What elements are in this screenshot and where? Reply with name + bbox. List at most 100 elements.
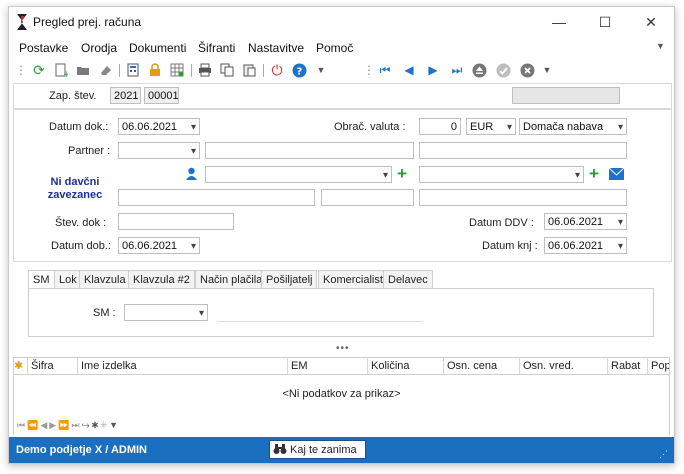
- toolbar-grip-icon: ⋮: [15, 63, 27, 77]
- nabava-type-select[interactable]: Domača nabava: [519, 118, 627, 135]
- menu-overflow-icon[interactable]: ▼: [656, 41, 665, 51]
- toolbar-separator: [119, 64, 120, 77]
- eraser-icon[interactable]: [97, 62, 113, 78]
- help-icon[interactable]: ?: [291, 62, 307, 78]
- navigator-prev-page-icon[interactable]: ⏪: [27, 420, 40, 430]
- datum-dob-label: Datum dob.:: [51, 240, 111, 252]
- toolbar-dropdown-icon[interactable]: ▼: [313, 62, 329, 78]
- printer-icon[interactable]: [197, 62, 213, 78]
- title-bar: Pregled prej. računa — ☐ ✕: [9, 7, 674, 37]
- grid-settings-icon[interactable]: ✱: [13, 358, 27, 374]
- tab-lok[interactable]: Lok: [54, 270, 82, 288]
- address-line-field[interactable]: [118, 189, 315, 206]
- tab-klavzula-2[interactable]: Klavzula #2: [128, 270, 195, 288]
- menu-nastavitve[interactable]: Nastavitve: [248, 41, 304, 55]
- first-record-icon[interactable]: ⏮: [377, 62, 393, 78]
- valuta-amount-field[interactable]: 0: [419, 118, 461, 135]
- new-document-icon[interactable]: +: [53, 62, 69, 78]
- eject-icon[interactable]: [471, 62, 487, 78]
- grid-icon[interactable]: [169, 62, 185, 78]
- column-osn-cena[interactable]: Osn. cena: [443, 358, 519, 374]
- toolbar-grip-icon: ⋮: [363, 63, 375, 77]
- maximize-button[interactable]: ☐: [582, 7, 628, 37]
- partner-code-select[interactable]: [118, 142, 200, 159]
- cancel-icon[interactable]: [519, 62, 535, 78]
- resize-grip-icon[interactable]: ⋰: [659, 449, 668, 460]
- window-title: Pregled prej. računa: [33, 15, 142, 29]
- ni-davcni-zavezanec-label: Ni davčni zavezanec: [47, 176, 103, 201]
- navigator-next-page-icon[interactable]: ⏩: [58, 420, 71, 430]
- tab-komercialist[interactable]: Komercialist: [318, 270, 388, 288]
- navigator-prev-icon[interactable]: ◀: [40, 420, 49, 430]
- add-contact-icon[interactable]: +: [397, 164, 407, 184]
- sm-select[interactable]: [124, 304, 208, 321]
- next-record-icon[interactable]: ▶: [425, 62, 441, 78]
- lock-icon[interactable]: [147, 62, 163, 78]
- column-rabat[interactable]: Rabat: [607, 358, 647, 374]
- minimize-button[interactable]: —: [536, 7, 582, 37]
- partner-name-field[interactable]: [205, 142, 414, 159]
- column-osn-vred[interactable]: Osn. vred.: [519, 358, 607, 374]
- column-sifra[interactable]: Šifra: [27, 358, 77, 374]
- navigator-last-icon[interactable]: ⏭: [71, 420, 81, 430]
- copy-icon[interactable]: [219, 62, 235, 78]
- column-ime-izdelka[interactable]: Ime izdelka: [77, 358, 287, 374]
- status-divider: [273, 437, 274, 463]
- calculator-icon[interactable]: [125, 62, 141, 78]
- close-button[interactable]: ✕: [628, 7, 674, 37]
- binoculars-icon: [273, 443, 287, 458]
- power-icon[interactable]: ⏻: [269, 62, 285, 78]
- navigator-filter-icon[interactable]: ▼: [109, 420, 120, 430]
- splitter-handle-icon[interactable]: •••: [336, 343, 350, 354]
- navigator-star-icon[interactable]: ✱: [92, 420, 101, 430]
- menu-orodja[interactable]: Orodja: [81, 41, 117, 55]
- datum-knj-picker[interactable]: 06.06.2021: [544, 237, 627, 254]
- contact-select[interactable]: [205, 166, 392, 183]
- datum-dok-label: Datum dok.:: [49, 121, 109, 133]
- grid-navigator[interactable]: ⏮⏪◀▶⏩⏭↪✱✳▼: [17, 420, 120, 431]
- column-kolicina[interactable]: Količina: [367, 358, 443, 374]
- stev-dok-field[interactable]: [118, 213, 234, 230]
- datum-ddv-picker[interactable]: 06.06.2021: [544, 213, 627, 230]
- refresh-icon[interactable]: ⟳: [31, 62, 47, 78]
- zap-label: Zap. štev.: [49, 90, 97, 102]
- sm-description-line: [217, 321, 423, 322]
- confirm-icon[interactable]: [495, 62, 511, 78]
- main-window: Pregled prej. računa — ☐ ✕ Postavke Orod…: [8, 6, 675, 464]
- tab-klavzula[interactable]: Klavzula: [79, 270, 131, 288]
- tab-sm[interactable]: SM: [28, 270, 55, 289]
- partner-label: Partner :: [68, 145, 111, 157]
- navigator-next-icon[interactable]: ▶: [49, 420, 58, 430]
- search-label: Kaj te zanima: [290, 444, 357, 456]
- partner-extra-field[interactable]: [419, 142, 627, 159]
- currency-select[interactable]: EUR: [466, 118, 516, 135]
- tab-posiljatelj[interactable]: Pošiljatelj: [261, 270, 318, 288]
- last-record-icon[interactable]: ⏭: [449, 62, 465, 78]
- paste-icon[interactable]: [241, 62, 257, 78]
- email-icon[interactable]: [608, 167, 625, 184]
- open-folder-icon[interactable]: [75, 62, 91, 78]
- add-address-icon[interactable]: +: [589, 164, 599, 184]
- navigator-first-icon[interactable]: ⏮: [17, 420, 27, 430]
- datum-dob-picker[interactable]: 06.06.2021: [118, 237, 200, 254]
- column-em[interactable]: EM: [287, 358, 367, 374]
- menu-dokumenti[interactable]: Dokumenti: [129, 41, 186, 55]
- navigator-redo-icon[interactable]: ↪: [82, 420, 92, 430]
- tab-nacin-placila[interactable]: Način plačila: [195, 270, 268, 288]
- toolbar-separator: [191, 64, 192, 77]
- menu-pomoc[interactable]: Pomoč: [316, 41, 353, 55]
- city-field[interactable]: [419, 189, 627, 206]
- address-select[interactable]: [419, 166, 584, 183]
- datum-dok-picker[interactable]: 06.06.2021: [118, 118, 200, 135]
- person-icon[interactable]: [185, 167, 198, 184]
- menu-postavke[interactable]: Postavke: [19, 41, 68, 55]
- navigator-star-outline-icon[interactable]: ✳: [100, 420, 109, 430]
- column-popust[interactable]: Popu: [647, 358, 670, 374]
- status-bar: Demo podjetje X / ADMIN Kaj te zanima ⋰: [9, 437, 674, 463]
- tab-delavec[interactable]: Delavec: [383, 270, 433, 288]
- previous-record-icon[interactable]: ◀: [401, 62, 417, 78]
- postal-field[interactable]: [321, 189, 414, 206]
- search-box[interactable]: Kaj te zanima: [269, 440, 366, 459]
- toolbar-dropdown-icon[interactable]: ▼: [539, 62, 555, 78]
- menu-sifranti[interactable]: Šifranti: [198, 41, 235, 55]
